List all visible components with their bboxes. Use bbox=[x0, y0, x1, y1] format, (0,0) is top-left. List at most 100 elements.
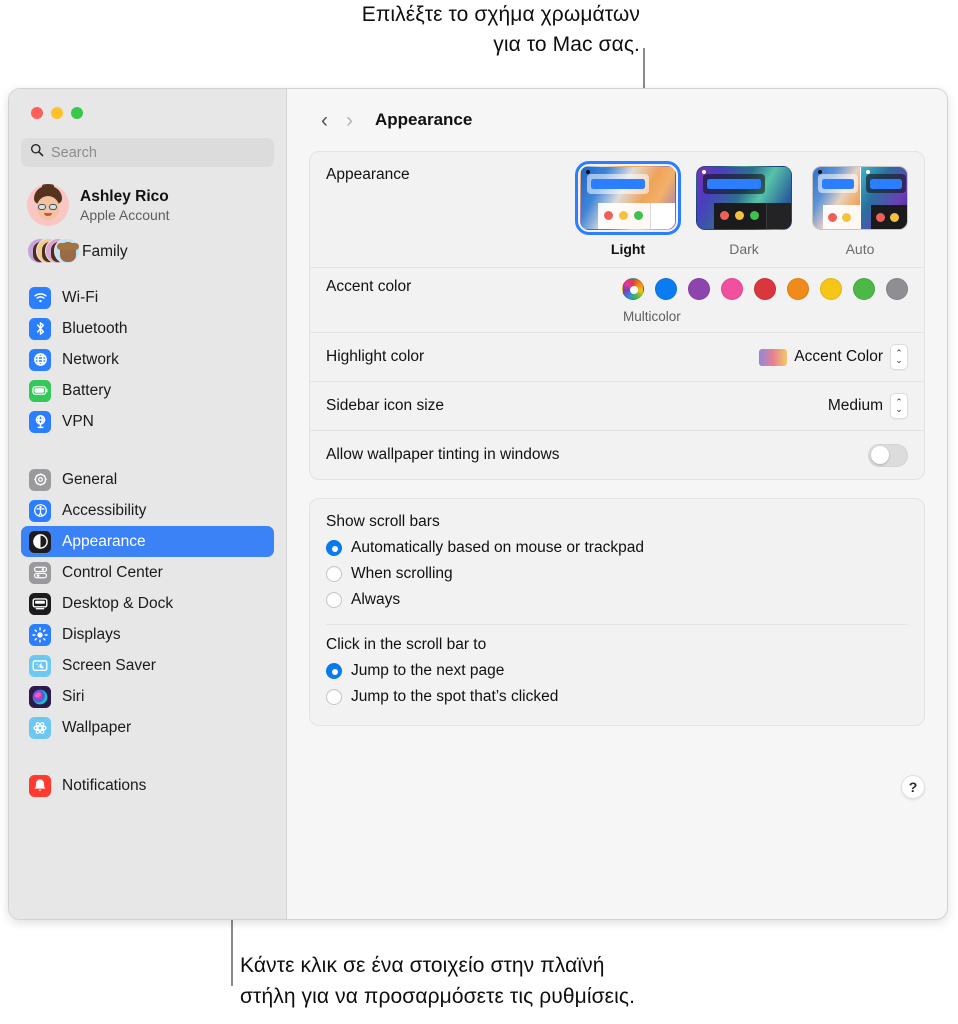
main-panel: ‹ › Appearance Appearance Light Dark Aut… bbox=[287, 89, 947, 919]
callout-top-line1: Επιλέξτε το σχήμα χρωμάτων bbox=[361, 3, 640, 26]
radio-option[interactable]: Automatically based on mouse or trackpad bbox=[326, 535, 908, 561]
traffic-lights bbox=[21, 89, 274, 119]
sidebar-item-appearance[interactable]: Appearance bbox=[21, 526, 274, 557]
light-label: Light bbox=[610, 241, 646, 257]
sidebar-item-general[interactable]: General bbox=[21, 464, 274, 495]
sidebar-icon-size-value: Medium bbox=[827, 397, 883, 414]
radio-option[interactable]: When scrolling bbox=[326, 561, 908, 587]
appearance-row: Appearance Light Dark Auto bbox=[310, 152, 924, 267]
radio-option[interactable]: Always bbox=[326, 587, 908, 613]
sidebar: Search Ashley Rico Apple Account Family … bbox=[9, 89, 287, 919]
radio-option[interactable]: Jump to the spot that’s clicked bbox=[326, 684, 908, 710]
highlight-color-value: Accent Color bbox=[794, 348, 883, 365]
bluetooth-icon bbox=[29, 317, 51, 340]
sidebar-item-label: General bbox=[62, 470, 118, 488]
gear-icon bbox=[29, 468, 51, 491]
sidebar-icon-size-popup[interactable]: Medium ⌃ ⌄ bbox=[828, 393, 908, 419]
sidebar-item-label: Battery bbox=[62, 381, 112, 399]
auto-thumbnail bbox=[812, 166, 908, 230]
scroll-click-options: Jump to the next page Jump to the spot th… bbox=[326, 658, 908, 710]
search-input[interactable]: Search bbox=[21, 138, 274, 167]
sidebar-item-vpn[interactable]: VPN bbox=[21, 406, 274, 437]
search-placeholder: Search bbox=[51, 144, 97, 161]
light-thumbnail bbox=[575, 161, 681, 235]
accent-swatches bbox=[622, 278, 908, 300]
help-button[interactable]: ? bbox=[901, 775, 925, 799]
minimize-button[interactable] bbox=[51, 107, 63, 119]
sidebar-item-control-center[interactable]: Control Center bbox=[21, 557, 274, 588]
sidebar-item-apple-account[interactable]: Ashley Rico Apple Account bbox=[21, 181, 274, 229]
accent-swatch-graphite[interactable] bbox=[886, 278, 908, 300]
appearance-option-light[interactable]: Light bbox=[575, 161, 681, 257]
sidebar-item-displays[interactable]: Displays bbox=[21, 619, 274, 650]
sidebar-item-notifications[interactable]: Notifications bbox=[21, 770, 274, 801]
divider bbox=[326, 624, 908, 625]
callout-bottom-line1: Κάντε κλικ σε ένα στοιχείο στην πλαϊνή bbox=[240, 954, 605, 977]
radio-button[interactable] bbox=[326, 689, 342, 705]
zoom-button[interactable] bbox=[71, 107, 83, 119]
sidebar-item-wallpaper[interactable]: Wallpaper bbox=[21, 712, 274, 743]
accent-swatch-blue[interactable] bbox=[655, 278, 677, 300]
sidebar-group: General Accessibility Appearance Control Ce… bbox=[21, 464, 274, 743]
radio-button[interactable] bbox=[326, 566, 342, 582]
sidebar-item-siri[interactable]: Siri bbox=[21, 681, 274, 712]
chevron-updown-icon: ⌃ ⌄ bbox=[890, 393, 908, 419]
sidebar-item-label: Bluetooth bbox=[62, 319, 128, 337]
appearance-option-dark[interactable]: Dark bbox=[696, 166, 792, 257]
sidebar-item-network[interactable]: Network bbox=[21, 344, 274, 375]
family-avatars-icon bbox=[27, 238, 80, 266]
back-button[interactable]: ‹ bbox=[321, 110, 328, 131]
sidebar-item-bluetooth[interactable]: Bluetooth bbox=[21, 313, 274, 344]
accent-swatch-orange[interactable] bbox=[787, 278, 809, 300]
callout-bottom-line2: στήλη για να προσαρμόσετε τις ρυθμίσεις. bbox=[240, 985, 636, 1008]
appearance-option-auto[interactable]: Auto bbox=[812, 166, 908, 257]
dark-label: Dark bbox=[729, 241, 759, 257]
highlight-color-label: Highlight color bbox=[326, 348, 425, 365]
vpn-icon bbox=[29, 410, 51, 433]
accent-swatch-pink[interactable] bbox=[721, 278, 743, 300]
highlight-color-row: Highlight color Accent Color ⌃ ⌄ bbox=[310, 332, 924, 381]
accent-swatch-multicolor[interactable] bbox=[622, 278, 644, 300]
chevron-updown-icon: ⌃ ⌄ bbox=[890, 344, 908, 370]
screenshot-root: Επιλέξτε το σχήμα χρωμάτων για το Mac σα… bbox=[0, 0, 958, 1024]
sidebar-item-battery[interactable]: Battery bbox=[21, 375, 274, 406]
accent-color-row: Accent color Multicolor bbox=[310, 267, 924, 332]
wallpaper-tinting-label: Allow wallpaper tinting in windows bbox=[326, 446, 560, 463]
wallpaper-tinting-toggle[interactable] bbox=[868, 443, 908, 467]
radio-option[interactable]: Jump to the next page bbox=[326, 658, 908, 684]
sidebar-item-label: Siri bbox=[62, 687, 85, 705]
accent-swatch-purple[interactable] bbox=[688, 278, 710, 300]
sidebar-item-family[interactable]: Family bbox=[21, 235, 274, 269]
accessibility-icon bbox=[29, 499, 51, 522]
accent-swatch-yellow[interactable] bbox=[820, 278, 842, 300]
radio-label: Jump to the next page bbox=[351, 662, 505, 679]
radio-label: Always bbox=[351, 591, 401, 608]
forward-button[interactable]: › bbox=[346, 110, 353, 131]
sidebar-group: Notifications bbox=[21, 770, 274, 801]
scroll-click-heading: Click in the scroll bar to bbox=[326, 636, 487, 653]
show-scroll-bars-options: Automatically based on mouse or trackpad… bbox=[326, 535, 908, 613]
page-title: Appearance bbox=[375, 110, 473, 129]
appearance-icon bbox=[29, 530, 51, 553]
show-scroll-bars-heading: Show scroll bars bbox=[326, 513, 440, 530]
siri-icon bbox=[29, 685, 51, 708]
appearance-options: Light Dark Auto bbox=[575, 161, 908, 257]
callout-top: Επιλέξτε το σχήμα χρωμάτων για το Mac σα… bbox=[0, 0, 645, 60]
sidebar-item-screen-saver[interactable]: Screen Saver bbox=[21, 650, 274, 681]
close-button[interactable] bbox=[31, 107, 43, 119]
accent-swatch-green[interactable] bbox=[853, 278, 875, 300]
radio-button[interactable] bbox=[326, 592, 342, 608]
sidebar-group: Wi-Fi Bluetooth Network Battery VPN bbox=[21, 282, 274, 437]
sidebar-item-wi-fi[interactable]: Wi-Fi bbox=[21, 282, 274, 313]
account-subtitle: Apple Account bbox=[80, 206, 170, 223]
wallpaper-tinting-row: Allow wallpaper tinting in windows bbox=[310, 430, 924, 479]
radio-button[interactable] bbox=[326, 540, 342, 556]
sidebar-group-separator bbox=[21, 743, 274, 757]
sidebar-item-label: Control Center bbox=[62, 563, 163, 581]
sidebar-item-desktop-dock[interactable]: Desktop & Dock bbox=[21, 588, 274, 619]
radio-button[interactable] bbox=[326, 663, 342, 679]
sidebar-item-accessibility[interactable]: Accessibility bbox=[21, 495, 274, 526]
highlight-color-popup[interactable]: Accent Color ⌃ ⌄ bbox=[759, 344, 908, 370]
toolbar: ‹ › Appearance bbox=[309, 89, 925, 151]
accent-swatch-red[interactable] bbox=[754, 278, 776, 300]
